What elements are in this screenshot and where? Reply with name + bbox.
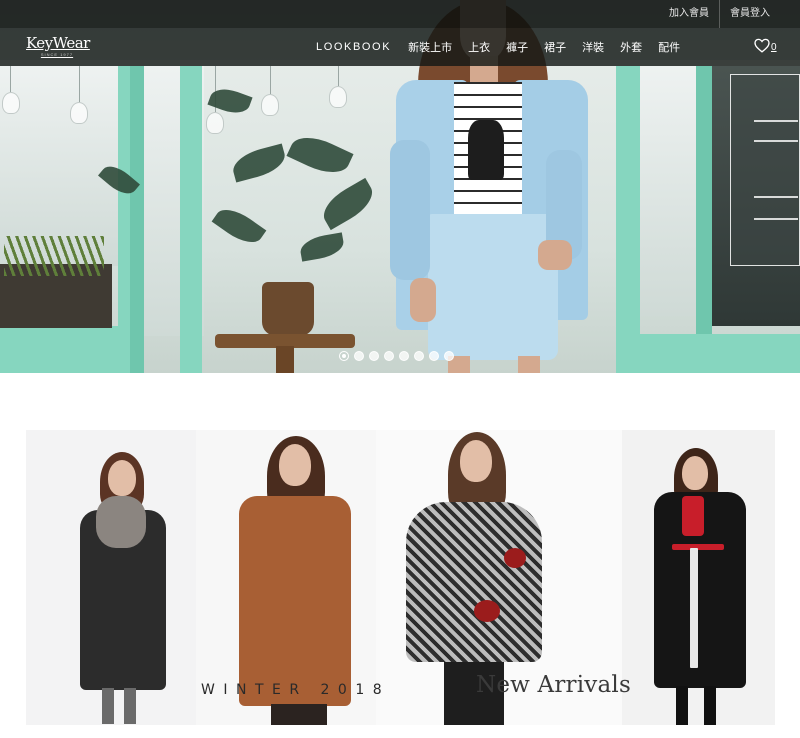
model-head (279, 444, 311, 486)
model-puffer-coat (646, 448, 756, 725)
model-belt-strap (690, 548, 698, 668)
nav-accessories[interactable]: 配件 (650, 39, 688, 55)
heart-icon (754, 38, 770, 53)
model-scarf (96, 496, 146, 548)
nav-outerwear[interactable]: 外套 (612, 39, 650, 55)
shop-hours-sign (730, 74, 800, 266)
nav-skirts[interactable]: 裙子 (536, 39, 574, 55)
sign-line (754, 218, 798, 220)
slider-dot[interactable] (369, 351, 379, 361)
member-bar: 加入會員 會員登入 (0, 0, 800, 28)
logo-tagline: SINCE 1977 (40, 52, 74, 57)
slider-dots (339, 351, 459, 361)
model-head (108, 460, 136, 496)
model-sweater (406, 502, 542, 662)
slider-dot[interactable] (339, 351, 349, 361)
window-frame (130, 66, 144, 373)
main-nav: LOOKBOOK 新裝上市 上衣 褲子 裙子 洋裝 外套 配件 (306, 28, 688, 66)
model-arm-left (390, 140, 430, 280)
nav-tops[interactable]: 上衣 (460, 39, 498, 55)
winter-banner[interactable] (26, 430, 775, 725)
logo-wordmark: KeyWear (26, 34, 90, 52)
slider-dot[interactable] (444, 351, 454, 361)
sweater-rose (504, 548, 526, 568)
slider-dot[interactable] (414, 351, 424, 361)
model-leg (124, 688, 136, 724)
model-leg (102, 688, 114, 724)
sign-line (754, 196, 798, 198)
nav-dresses[interactable]: 洋裝 (574, 39, 612, 55)
window-frame (616, 66, 640, 373)
sign-line (754, 120, 798, 122)
pendant-lamp (2, 92, 20, 114)
model-hand-right (538, 240, 572, 270)
pendant-lamp (70, 102, 88, 124)
nav-lookbook[interactable]: LOOKBOOK (306, 41, 400, 53)
model-leg (518, 356, 540, 373)
brand-logo[interactable]: KeyWear SINCE 1977 (26, 34, 106, 62)
model-head (682, 456, 708, 490)
model-leg (704, 686, 716, 725)
wishlist-count: 0 (771, 42, 777, 53)
slider-dot[interactable] (384, 351, 394, 361)
side-table-leg (276, 346, 294, 373)
pendant-lamp (206, 112, 224, 134)
banner-season: WINTER 2018 (201, 682, 391, 698)
sign-line (754, 140, 798, 142)
join-member-link[interactable]: 加入會員 (659, 0, 719, 28)
lamp-wire (79, 66, 80, 102)
nav-new-arrivals[interactable]: 新裝上市 (400, 39, 460, 55)
member-login-link[interactable]: 會員登入 (719, 0, 780, 28)
wishlist-button[interactable]: 0 (754, 38, 777, 53)
window-frame (620, 334, 800, 373)
model-shorts (428, 214, 558, 360)
window-frame (0, 326, 130, 373)
slider-dot[interactable] (354, 351, 364, 361)
nav-pants[interactable]: 褲子 (498, 39, 536, 55)
window-frame (180, 66, 202, 373)
sweater-rose (474, 600, 500, 622)
model-tee-print (468, 120, 504, 180)
slider-dot[interactable] (399, 351, 409, 361)
window-pane (640, 66, 698, 316)
model-leg (676, 686, 688, 725)
model-hand-left (410, 278, 436, 322)
lamp-wire (270, 66, 271, 94)
model-coat (239, 496, 351, 706)
model-red-belt (672, 544, 724, 550)
plant-pot (262, 282, 314, 336)
slider-dot[interactable] (429, 351, 439, 361)
planter-grass (4, 236, 104, 276)
page: 加入會員 會員登入 KeyWear SINCE 1977 LOOKBOOK 新裝… (0, 0, 800, 738)
banner-headline: New Arrivals (476, 672, 631, 698)
lamp-wire (338, 66, 339, 86)
model-red-top (682, 496, 704, 536)
pendant-lamp (261, 94, 279, 116)
window-frame (696, 66, 712, 373)
model-skirt (271, 704, 327, 725)
model-long-coat (66, 450, 176, 725)
model-head (460, 440, 492, 482)
pendant-lamp (329, 86, 347, 108)
member-links: 加入會員 會員登入 (659, 0, 780, 28)
lamp-wire (10, 66, 11, 92)
